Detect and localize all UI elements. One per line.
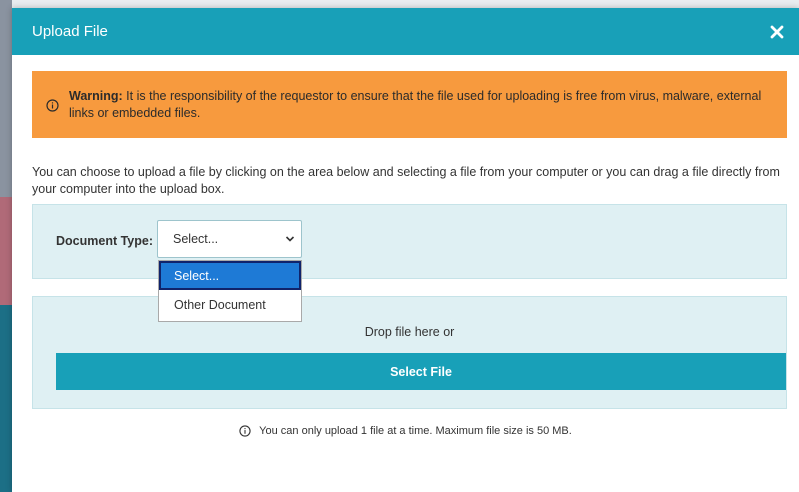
modal-title: Upload File <box>32 23 108 40</box>
modal-header: Upload File <box>12 8 799 55</box>
drop-zone-text: Drop file here or <box>364 325 455 339</box>
document-type-dropdown: Select... Other Document <box>158 260 302 322</box>
info-circle-icon <box>46 99 59 112</box>
document-type-panel: Document Type: <box>32 204 787 279</box>
close-button[interactable] <box>763 18 791 46</box>
dropdown-option-select[interactable]: Select... <box>159 261 301 290</box>
warning-label: Warning: <box>69 88 123 103</box>
document-type-select[interactable]: Select... <box>157 220 302 258</box>
upload-file-modal: Upload File Warning: It is the responsib… <box>12 8 799 492</box>
upload-limit-text: You can only upload 1 file at a time. Ma… <box>259 425 572 437</box>
chevron-down-icon <box>285 236 295 242</box>
warning-body: It is the responsibility of the requesto… <box>69 88 762 120</box>
background-page-strip <box>0 0 12 492</box>
document-type-selected-value: Select... <box>173 232 219 246</box>
file-drop-zone[interactable]: Drop file here or Select File <box>32 296 787 409</box>
warning-banner: Warning: It is the responsibility of the… <box>32 71 787 138</box>
upload-instructions: You can choose to upload a file by click… <box>32 165 780 196</box>
document-type-label: Document Type: <box>56 234 153 248</box>
dropdown-option-other-document[interactable]: Other Document <box>159 290 301 319</box>
close-icon <box>770 25 784 38</box>
info-circle-icon <box>239 425 251 437</box>
warning-text: Warning: It is the responsibility of the… <box>69 88 773 122</box>
upload-limit-note: You can only upload 1 file at a time. Ma… <box>12 425 799 437</box>
select-file-button[interactable]: Select File <box>56 353 786 390</box>
